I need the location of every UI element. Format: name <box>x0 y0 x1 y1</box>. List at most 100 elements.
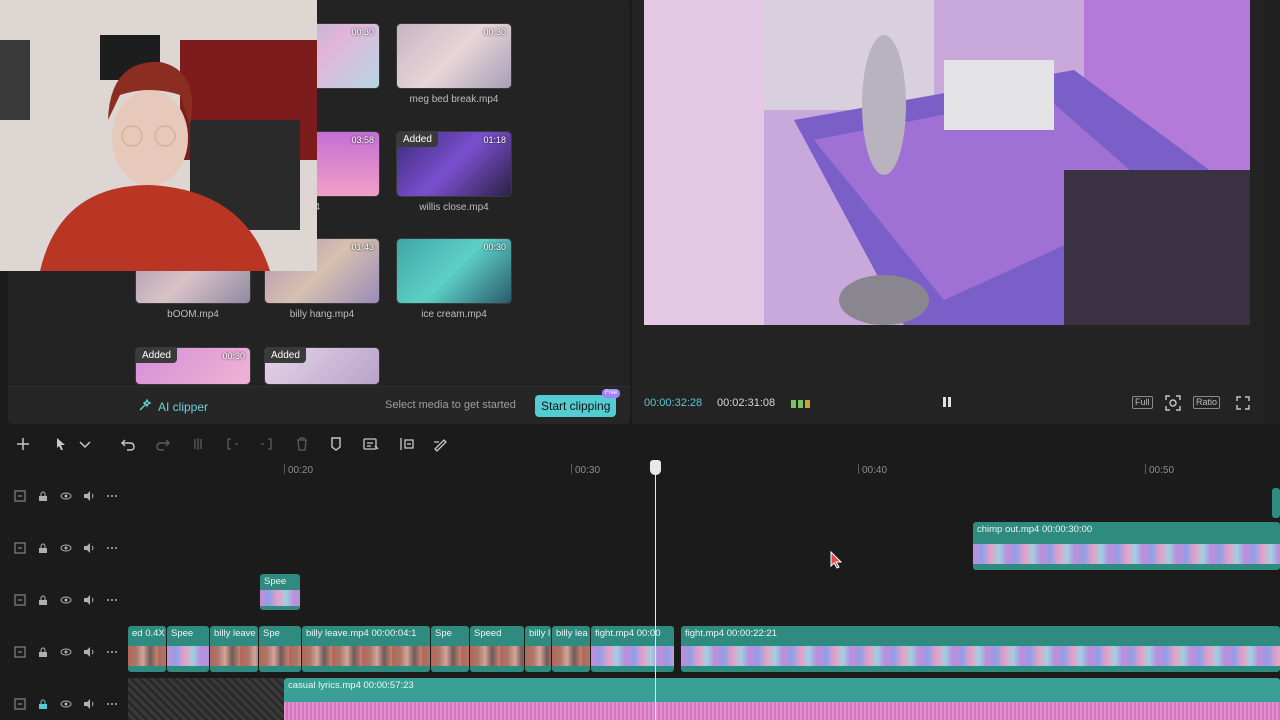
empty-region <box>128 678 284 720</box>
select-media-hint: Select media to get started <box>385 399 516 411</box>
lock-icon[interactable] <box>37 697 49 709</box>
audio-meter-icon[interactable] <box>791 397 811 409</box>
media-thumbnail[interactable]: 00:30 <box>396 238 512 304</box>
ai-clipper-icon <box>138 398 152 415</box>
lock-icon[interactable] <box>37 593 49 605</box>
clip-thumbnails <box>210 646 258 666</box>
redo-icon[interactable] <box>155 436 171 452</box>
media-item[interactable]: 00:30 ice cream.mp4 <box>396 238 512 320</box>
ruler-label: 00:20 <box>288 465 314 476</box>
eye-icon[interactable] <box>60 697 72 709</box>
more-icon[interactable] <box>106 593 118 605</box>
media-duration: 00:30 <box>483 27 506 37</box>
timeline-tracks[interactable]: chimp out.mp4 00:00:30:00 Spee ed 0.4X S… <box>128 482 1280 720</box>
timeline-clip[interactable]: billy l <box>525 626 551 672</box>
more-icon[interactable] <box>106 489 118 501</box>
clip-thumbnails <box>591 646 674 666</box>
timeline-ruler[interactable]: 00:20 00:30 00:40 00:50 <box>128 460 1280 482</box>
ruler-label: 00:50 <box>1149 465 1175 476</box>
clip-label: Spe <box>263 628 280 639</box>
eye-icon[interactable] <box>60 645 72 657</box>
timeline-clip[interactable]: billy leave.mp4 00:00:04:1 <box>302 626 430 672</box>
trim-right-icon[interactable] <box>258 436 274 452</box>
timeline-clip[interactable]: fight.mp4 00:00:22:21 <box>681 626 1280 672</box>
marker-icon[interactable] <box>328 436 344 452</box>
media-item[interactable]: Added 01:18 willis close.mp4 <box>396 131 512 213</box>
track-cover-icon[interactable] <box>14 645 26 658</box>
lock-icon[interactable] <box>37 541 49 553</box>
undo-icon[interactable] <box>120 436 136 452</box>
timeline-clip[interactable] <box>1272 488 1280 518</box>
timeline-clip[interactable]: Spe <box>431 626 469 672</box>
media-thumbnail[interactable]: 00:30 <box>396 23 512 89</box>
timeline-clip[interactable]: Spee <box>167 626 209 672</box>
clip-label: casual lyrics.mp4 00:00:57:23 <box>288 680 414 691</box>
split-icon[interactable] <box>190 436 206 452</box>
ai-clipper-button[interactable]: AI clipper <box>138 398 208 415</box>
lock-icon[interactable] <box>37 645 49 657</box>
snapshot-icon[interactable] <box>1165 395 1181 411</box>
eye-icon[interactable] <box>60 541 72 553</box>
start-clipping-button[interactable]: Start clipping Free <box>535 389 621 417</box>
clip-thumbnails <box>167 646 209 666</box>
track-cover-icon[interactable] <box>14 489 26 502</box>
freeze-frame-icon[interactable] <box>399 436 415 452</box>
clip-label: Spee <box>264 576 287 587</box>
speaker-icon[interactable] <box>83 697 95 709</box>
clip-thumbnails <box>552 646 590 666</box>
clip-label: billy leave.mp4 00:00:04:1 <box>306 628 417 639</box>
more-icon[interactable] <box>106 541 118 553</box>
lock-icon[interactable] <box>37 489 49 501</box>
timeline-clip[interactable]: fight.mp4 00:00 <box>591 626 674 672</box>
speaker-icon[interactable] <box>83 489 95 501</box>
more-icon[interactable] <box>106 645 118 657</box>
timeline-clip[interactable]: Speed <box>470 626 524 672</box>
media-item[interactable]: Added 00:30 <box>135 347 251 385</box>
media-item[interactable]: Added <box>264 347 380 385</box>
track-cover-icon[interactable] <box>14 697 26 710</box>
auto-caption-icon[interactable] <box>363 436 379 452</box>
media-duration: 00:30 <box>483 242 506 252</box>
pause-button[interactable] <box>939 394 955 410</box>
clip-thumbnails <box>470 646 524 666</box>
timeline-clip[interactable]: Spee <box>260 574 300 610</box>
track-header <box>0 586 128 638</box>
timeline-clip[interactable]: ed 0.4X <box>128 626 166 672</box>
webcam-image <box>0 0 317 271</box>
media-thumbnail[interactable]: Added <box>264 347 380 385</box>
speaker-icon[interactable] <box>83 593 95 605</box>
timeline-clip[interactable]: Spe <box>259 626 301 672</box>
media-thumbnail[interactable]: Added 00:30 <box>135 347 251 385</box>
clip-label: billy l <box>529 628 551 639</box>
timeline-clip[interactable]: billy leave <box>210 626 258 672</box>
add-track-icon[interactable] <box>15 436 31 452</box>
chevron-down-icon[interactable] <box>77 436 91 452</box>
playhead-handle[interactable] <box>650 460 661 475</box>
ratio-button[interactable]: Ratio <box>1193 396 1221 409</box>
media-thumbnail[interactable]: Added 01:18 <box>396 131 512 197</box>
track-cover-icon[interactable] <box>14 541 26 554</box>
speaker-icon[interactable] <box>83 645 95 657</box>
full-button[interactable]: Full <box>1132 396 1153 409</box>
media-duration: 03:58 <box>351 135 374 145</box>
ruler-tick <box>284 464 285 474</box>
more-icon[interactable] <box>106 697 118 709</box>
audio-clip[interactable]: casual lyrics.mp4 00:00:57:23 <box>284 678 1280 720</box>
media-item[interactable]: 00:30 meg bed break.mp4 <box>396 23 512 105</box>
audio-waveform <box>284 702 1280 720</box>
track-header <box>0 482 128 534</box>
timeline-clip[interactable]: chimp out.mp4 00:00:30:00 <box>973 522 1280 570</box>
delete-icon[interactable] <box>294 436 310 452</box>
select-tool-icon[interactable] <box>53 436 69 452</box>
trim-left-icon[interactable] <box>225 436 241 452</box>
track-cover-icon[interactable] <box>14 593 26 606</box>
track-header <box>0 534 128 586</box>
playhead[interactable] <box>655 460 656 720</box>
timeline-clip[interactable]: billy lea <box>552 626 590 672</box>
fullscreen-icon[interactable] <box>1235 395 1251 411</box>
speaker-icon[interactable] <box>83 541 95 553</box>
video-preview[interactable] <box>644 0 1250 325</box>
eye-icon[interactable] <box>60 489 72 501</box>
eye-icon[interactable] <box>60 593 72 605</box>
edit-pen-icon[interactable] <box>432 436 448 452</box>
